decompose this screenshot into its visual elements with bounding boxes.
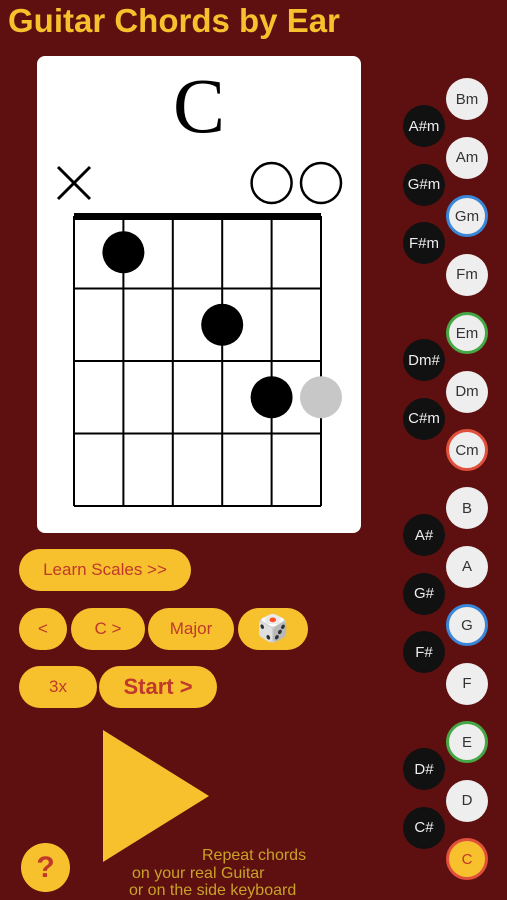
open-string-mark: [250, 161, 293, 205]
random-chord-button[interactable]: 🎲: [238, 608, 308, 650]
key-g-sharpm[interactable]: G#m: [403, 163, 445, 206]
key-select-button[interactable]: C >: [71, 608, 145, 650]
play-icon[interactable]: [103, 730, 209, 862]
mode-select-button[interactable]: Major: [148, 608, 234, 650]
open-string-mark: [299, 161, 343, 205]
key-am[interactable]: Am: [446, 136, 488, 179]
chord-name: C: [173, 62, 225, 149]
dice-icon: 🎲: [256, 614, 290, 644]
key-c-sharp[interactable]: C#: [403, 806, 445, 849]
key-c-sharpm[interactable]: C#m: [403, 397, 445, 440]
key-d-sharp[interactable]: D#: [403, 748, 445, 790]
finger-dot: [250, 376, 293, 419]
nut: [74, 213, 321, 220]
key-dm[interactable]: Dm: [446, 370, 488, 413]
app-title: Guitar Chords by Ear: [8, 2, 340, 39]
key-c[interactable]: C: [446, 838, 488, 880]
key-a-sharp[interactable]: A#: [403, 514, 445, 556]
key-b[interactable]: B: [446, 487, 488, 529]
learn-scales-button[interactable]: Learn Scales >>: [19, 549, 191, 591]
optional-finger-dot: [300, 376, 342, 419]
hint-line-1: Repeat chords: [202, 847, 307, 864]
key-d[interactable]: D: [446, 779, 488, 822]
key-a-sharpm[interactable]: A#m: [403, 105, 445, 147]
key-g-sharp[interactable]: G#: [403, 572, 445, 615]
chord-diagram-graphic: C: [56, 62, 343, 507]
help-button[interactable]: ?: [21, 843, 70, 892]
finger-dot: [201, 303, 244, 346]
hint-line-3: or on the side keyboard: [129, 882, 297, 899]
key-e[interactable]: E: [446, 721, 488, 763]
key-gm[interactable]: Gm: [446, 195, 488, 237]
key-fm[interactable]: Fm: [446, 253, 488, 296]
key-f-sharpm[interactable]: F#m: [403, 222, 445, 264]
key-f-sharp[interactable]: F#: [403, 631, 445, 673]
key-bm[interactable]: Bm: [446, 78, 488, 120]
key-f[interactable]: F: [446, 662, 488, 705]
key-dm-sharp[interactable]: Dm#: [403, 339, 445, 381]
key-cm[interactable]: Cm: [446, 429, 488, 471]
chord-diagram: C: [37, 56, 361, 533]
start-button[interactable]: Start >: [99, 666, 217, 708]
key-a[interactable]: A: [446, 545, 488, 588]
previous-chord-button[interactable]: <: [19, 608, 67, 650]
key-em[interactable]: Em: [446, 312, 488, 354]
finger-dot: [102, 231, 145, 274]
repeat-count-button[interactable]: 3x: [19, 666, 97, 708]
key-g[interactable]: G: [446, 604, 488, 646]
